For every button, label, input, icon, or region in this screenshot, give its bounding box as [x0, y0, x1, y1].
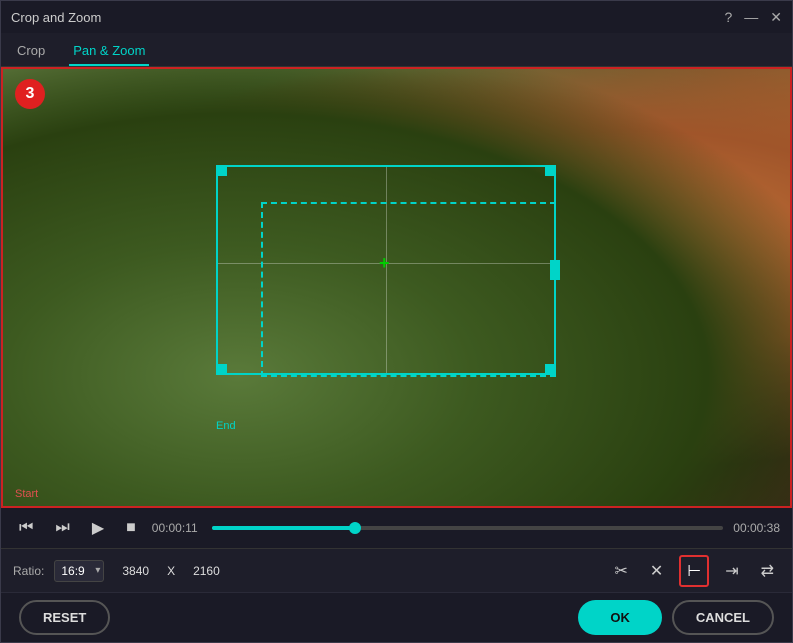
step-back-button[interactable]: ⏭	[49, 515, 75, 541]
ok-button[interactable]: OK	[578, 600, 662, 635]
start-label: Start	[15, 488, 38, 500]
cancel-button[interactable]: CANCEL	[672, 600, 774, 635]
skip-back-button[interactable]: ⏮	[13, 515, 39, 541]
help-icon[interactable]: ?	[724, 9, 732, 25]
arrow-right-icon[interactable]: ⇥	[719, 557, 744, 585]
height-value: 2160	[193, 564, 220, 578]
ratio-select-wrap: 16:9 4:3 1:1 9:16 ▾	[54, 560, 104, 582]
video-canvas: 3 Start End	[1, 67, 792, 508]
tab-pan-zoom[interactable]: Pan & Zoom	[69, 37, 149, 66]
video-area[interactable]: 3 Start End	[1, 67, 792, 508]
progress-thumb[interactable]	[349, 522, 361, 534]
width-value: 3840	[122, 564, 149, 578]
current-time: 00:00:11	[152, 521, 202, 535]
stop-button[interactable]: ■	[120, 515, 142, 541]
title-bar-left: Crop and Zoom	[11, 10, 101, 25]
playback-bar: ⏮ ⏭ ▶ ■ 00:00:11 00:00:38	[1, 508, 792, 548]
title-bar: Crop and Zoom ? — ✕	[1, 1, 792, 33]
align-left-icon[interactable]: ⊢	[679, 555, 709, 587]
tab-crop[interactable]: Crop	[13, 37, 49, 66]
footer-right: OK CANCEL	[578, 600, 774, 635]
minimize-icon[interactable]: —	[744, 9, 758, 25]
title-controls: ? — ✕	[724, 9, 782, 26]
bottom-bar: Ratio: 16:9 4:3 1:1 9:16 ▾ 3840 X 2160 ✂…	[1, 548, 792, 592]
footer-bar: RESET OK CANCEL	[1, 592, 792, 642]
tab-bar: Crop Pan & Zoom	[1, 33, 792, 67]
ratio-select[interactable]: 16:9 4:3 1:1 9:16	[54, 560, 104, 582]
swap-icon[interactable]: ⇄	[755, 557, 780, 585]
progress-track[interactable]	[212, 526, 723, 530]
play-button[interactable]: ▶	[86, 514, 110, 542]
close-x-icon[interactable]: ✕	[644, 557, 669, 585]
progress-fill	[212, 526, 355, 530]
reset-button[interactable]: RESET	[19, 600, 110, 635]
end-label: End	[216, 420, 236, 432]
total-time: 00:00:38	[733, 521, 780, 535]
video-background	[1, 67, 792, 508]
main-window: Crop and Zoom ? — ✕ Crop Pan & Zoom 3 St…	[0, 0, 793, 643]
scissors-icon[interactable]: ✂	[608, 557, 633, 585]
ratio-label: Ratio:	[13, 564, 44, 578]
frame-number: 3	[15, 79, 45, 109]
x-label: X	[167, 564, 175, 578]
window-title: Crop and Zoom	[11, 10, 101, 25]
close-icon[interactable]: ✕	[770, 9, 782, 26]
